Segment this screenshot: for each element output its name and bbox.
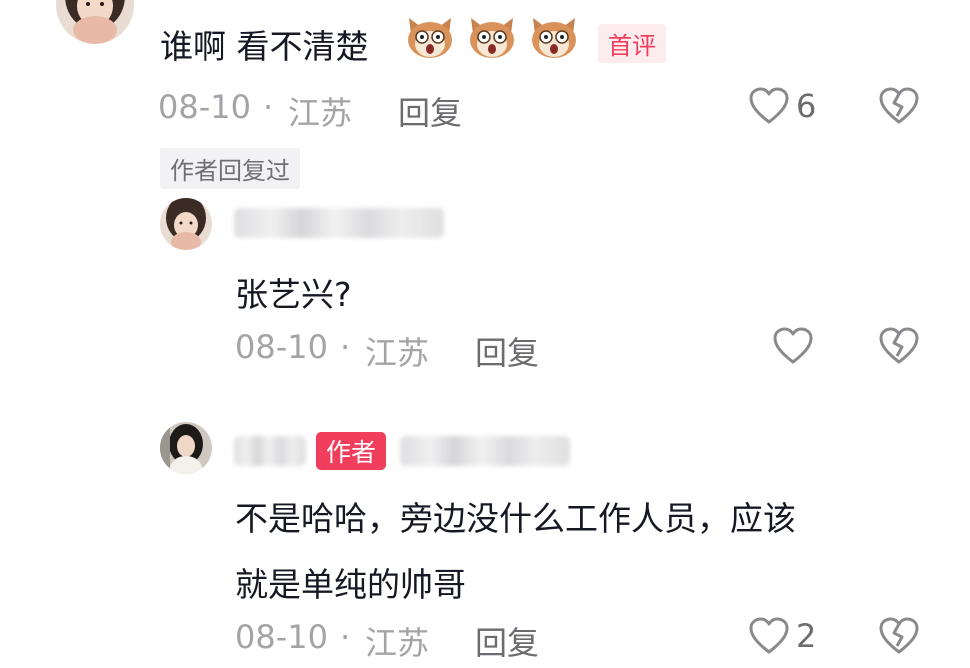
reply-button[interactable]: 回复 [398,88,462,134]
comment-text: 谁啊 看不清楚 [160,27,369,66]
commenter-avatar[interactable] [56,0,134,44]
broken-heart-icon [879,327,919,364]
like-count: 2 [796,617,817,655]
comment-location: 江苏 [288,94,353,132]
reply-location: 江苏 [365,334,430,372]
reply-date: 08-10 [235,618,328,656]
reply-text: 张艺兴? [235,275,352,314]
meta-separator: · [340,328,351,366]
broken-heart-icon [879,617,919,654]
blurred-username [234,208,444,238]
reply-button[interactable]: 回复 [475,328,539,374]
reply-button[interactable]: 回复 [475,618,539,664]
heart-icon [773,327,813,364]
author-badge: 作者 [316,432,387,470]
like-count: 6 [796,87,817,125]
heart-icon [749,617,789,654]
broken-heart-icon [879,87,919,124]
reply-location: 江苏 [365,624,430,662]
dislike-button[interactable] [878,326,920,366]
surprised-cat-emoji [532,18,576,58]
heart-icon [749,87,789,124]
reply-date: 08-10 [235,328,328,366]
meta-separator: · [340,618,351,656]
comment-date: 08-10 [158,88,251,126]
surprised-cat-emoji [470,18,514,58]
author-avatar[interactable] [160,422,212,474]
comment-thread: 谁啊 看不清楚 首评 08-10 · 江苏 回复 6 作者回复过 张艺兴? 08… [0,0,970,668]
blurred-username-suffix [400,436,570,466]
reply-avatar[interactable] [160,198,212,250]
surprised-cat-emoji [408,18,452,58]
dislike-button[interactable] [878,86,920,126]
blurred-username [234,436,306,466]
like-button[interactable]: 6 [748,86,816,126]
reply-text-line-2: 就是单纯的帅哥 [235,565,466,604]
dislike-button[interactable] [878,616,920,656]
like-button[interactable]: 2 [748,616,816,656]
reply-text-line-1: 不是哈哈，旁边没什么工作人员，应该 [235,499,796,538]
meta-separator: · [263,88,274,126]
first-comment-badge: 首评 [598,24,666,63]
like-button[interactable] [772,326,814,366]
author-replied-tag: 作者回复过 [160,148,300,189]
